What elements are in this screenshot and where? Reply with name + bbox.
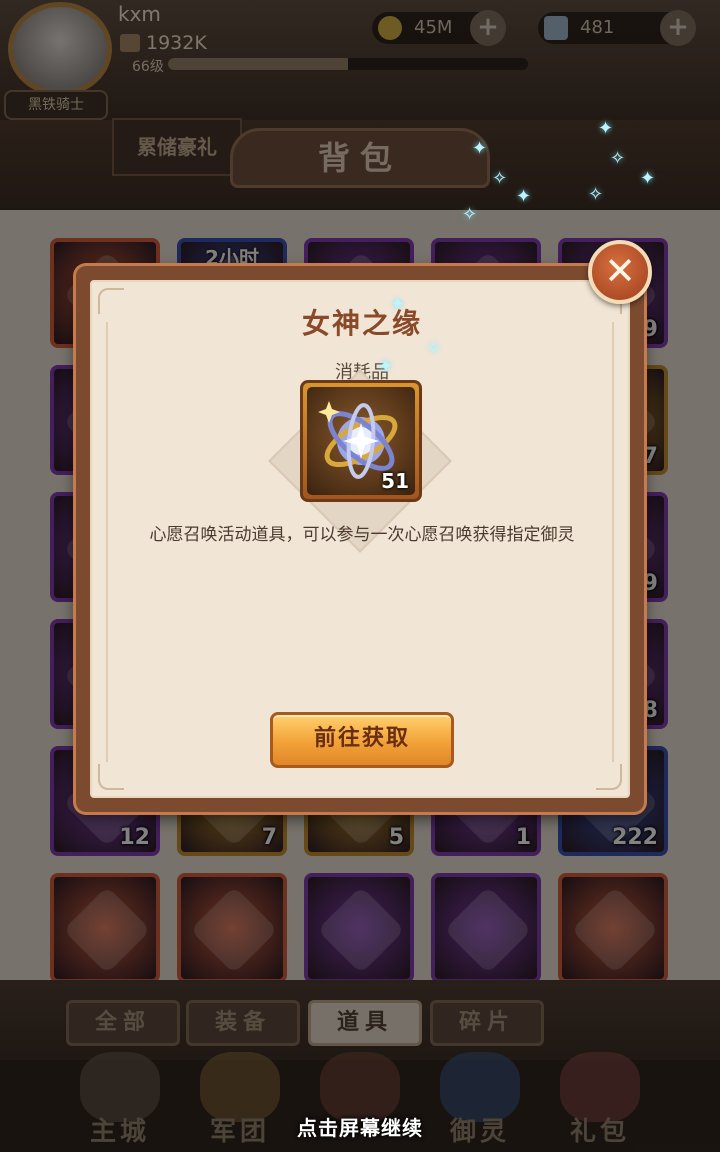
dialog-body: 女神之缘 消耗品 51 心愿召唤活动道具，可以参与一次心愿召唤获得指定御灵 前往…	[90, 280, 630, 798]
tap-to-continue-hint[interactable]: 点击屏幕继续	[0, 1112, 720, 1141]
sparkle-icon: ✧	[610, 148, 626, 169]
item-slot-inner: 51	[307, 387, 415, 495]
item-slot: 51	[300, 380, 422, 502]
sparkle-icon: ✧	[492, 168, 508, 189]
sparkle-icon: ✦	[598, 118, 614, 139]
sparkle-icon: ✧	[462, 204, 478, 225]
sparkle-icon: ✦	[378, 356, 394, 377]
close-icon[interactable]: ✕	[588, 240, 652, 304]
sparkle-icon: ✦	[472, 138, 488, 159]
item-count: 51	[381, 469, 409, 493]
sparkle-icon: ✦	[516, 186, 532, 207]
item-name: 女神之缘	[301, 307, 422, 340]
corner-ornament	[98, 764, 124, 790]
corner-ornament	[596, 764, 622, 790]
sparkle-icon: ✧	[426, 338, 442, 359]
item-detail-dialog: 女神之缘 消耗品 51 心愿召唤活动道具，可以参与一次心愿召唤获得指定御灵 前往…	[76, 266, 644, 812]
sparkle-icon: ✦	[390, 294, 406, 315]
item-description: 心愿召唤活动道具，可以参与一次心愿召唤获得指定御灵	[149, 525, 575, 545]
goto-obtain-button[interactable]: 前往获取	[270, 712, 454, 768]
sparkle-icon: ✦	[640, 168, 656, 189]
sparkle-icon: ✧	[588, 184, 604, 205]
